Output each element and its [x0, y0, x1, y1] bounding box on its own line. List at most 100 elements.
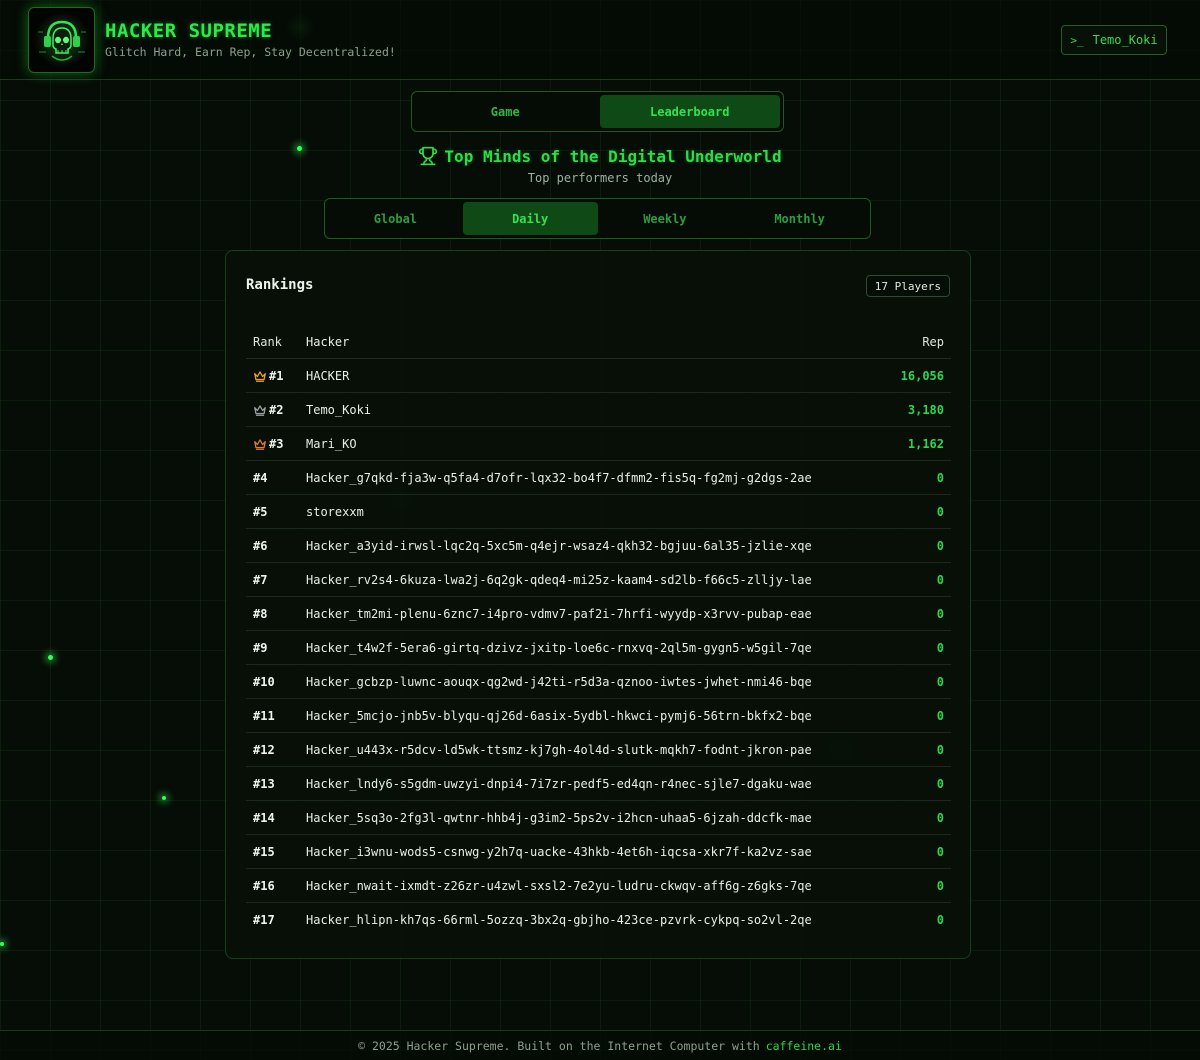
- rankings-card: Rankings 17 Players Rank Hacker Rep #1 HA…: [225, 250, 971, 959]
- rep-value: 0: [936, 742, 944, 757]
- rank-cell: #4: [246, 471, 306, 485]
- brand-title: HACKER SUPREME: [105, 20, 273, 42]
- rank-cell: #8: [246, 607, 306, 621]
- table-row: #9 Hacker_t4w2f-5era6-girtq-dzivz-jxitp-l…: [246, 631, 951, 665]
- table-row: #4 Hacker_g7qkd-fja3w-q5fa4-d7ofr-lqx32-b…: [246, 461, 951, 495]
- rank-cell: #16: [246, 879, 306, 893]
- rep-value: 0: [936, 913, 944, 927]
- rank-cell: #10: [246, 675, 306, 689]
- rep-value: 0: [936, 504, 944, 519]
- rank-cell: #11: [246, 709, 306, 723]
- glow-particle: [48, 655, 53, 660]
- rank-cell: #12: [246, 743, 306, 757]
- rank-cell: #17: [246, 913, 306, 927]
- rank-label: #10: [253, 674, 275, 689]
- rank-label: #8: [253, 606, 268, 621]
- rep-value: 0: [936, 878, 944, 893]
- hacker-name: Temo_Koki: [306, 402, 372, 417]
- rep-value: 0: [936, 776, 944, 791]
- rank-cell: #1: [246, 369, 306, 383]
- rank-label: #9: [253, 640, 268, 655]
- hacker-name: Hacker_g7qkd-fja3w-q5fa4-d7ofr-lqx32-bo4…: [306, 470, 812, 485]
- rank-label: #12: [253, 742, 275, 757]
- tab-weekly[interactable]: Weekly: [598, 202, 733, 235]
- tab-leaderboard[interactable]: Leaderboard: [599, 95, 780, 128]
- tab-game[interactable]: Game: [415, 95, 596, 128]
- hacker-name: Hacker_rv2s4-6kuza-lwa2j-6q2gk-qdeq4-mi2…: [306, 572, 812, 587]
- table-row: #5 storexxm 0: [246, 495, 951, 529]
- rank-cell: #2: [246, 403, 306, 417]
- hacker-name: Mari_KO: [306, 436, 357, 451]
- rank-label: #16: [253, 878, 275, 893]
- rank-label: #7: [253, 572, 268, 587]
- hacker-name: Hacker_lndy6-s5gdm-uwzyi-dnpi4-7i7zr-ped…: [306, 776, 812, 791]
- table-row: #7 Hacker_rv2s4-6kuza-lwa2j-6q2gk-qdeq4-m…: [246, 563, 951, 597]
- rank-cell: #9: [246, 641, 306, 655]
- hacker-name: Hacker_t4w2f-5era6-girtq-dzivz-jxitp-loe…: [306, 640, 812, 655]
- crown-icon: [254, 370, 266, 382]
- table-row: #11 Hacker_5mcjo-jnb5v-blyqu-qj26d-6asix-…: [246, 699, 951, 733]
- username-label: Temo_Koki: [1092, 33, 1158, 47]
- rep-value: 16,056: [900, 368, 944, 383]
- rank-label: #14: [253, 810, 275, 825]
- table-row: #3 Mari_KO 1,162: [246, 427, 951, 461]
- logo: [28, 7, 95, 73]
- glow-particle: [162, 796, 166, 800]
- footer: © 2025 Hacker Supreme. Built on the Inte…: [0, 1030, 1200, 1060]
- rank-label: #17: [253, 913, 275, 927]
- tab-monthly[interactable]: Monthly: [732, 202, 867, 235]
- rank-cell: #13: [246, 777, 306, 791]
- rank-label: #2: [269, 402, 284, 417]
- hacker-name: Hacker_a3yid-irwsl-lqc2q-5xc5m-q4ejr-wsa…: [306, 538, 812, 553]
- rep-value: 0: [936, 674, 944, 689]
- user-profile-button[interactable]: >_ Temo_Koki: [1061, 25, 1167, 55]
- rankings-title: Rankings: [246, 277, 314, 293]
- period-tabs: Global Daily Weekly Monthly: [324, 198, 871, 239]
- hacker-name: Hacker_5sq3o-2fg3l-qwtnr-hhb4j-g3im2-5ps…: [306, 810, 812, 825]
- glow-particle: [0, 942, 4, 946]
- hacker-name: Hacker_nwait-ixmdt-z26zr-u4zwl-sxsl2-7e2…: [306, 878, 812, 893]
- rank-cell: #5: [246, 505, 306, 519]
- rank-label: #13: [253, 776, 275, 791]
- column-header-rank: Rank: [253, 334, 282, 349]
- hacker-name: Hacker_tm2mi-plenu-6znc7-i4pro-vdmv7-paf…: [306, 606, 812, 621]
- rank-label: #3: [269, 436, 284, 451]
- rank-label: #5: [253, 504, 268, 519]
- footer-text: © 2025 Hacker Supreme. Built on the Inte…: [358, 1038, 760, 1053]
- table-row: #2 Temo_Koki 3,180: [246, 393, 951, 427]
- brand-tagline: Glitch Hard, Earn Rep, Stay Decentralize…: [105, 45, 396, 59]
- rank-cell: #14: [246, 811, 306, 825]
- column-header-hacker: Hacker: [306, 334, 350, 349]
- hacker-name: storexxm: [306, 504, 364, 519]
- app-header: HACKER SUPREME Glitch Hard, Earn Rep, St…: [0, 0, 1200, 80]
- hacker-name: Hacker_gcbzp-luwnc-aouqx-qg2wd-j42ti-r5d…: [306, 674, 812, 689]
- trophy-icon: [419, 146, 438, 166]
- rep-value: 0: [936, 640, 944, 655]
- rep-value: 0: [936, 470, 944, 485]
- rank-cell: #3: [246, 437, 306, 451]
- hacker-name: Hacker_5mcjo-jnb5v-blyqu-qj26d-6asix-5yd…: [306, 708, 812, 723]
- rank-label: #11: [253, 708, 275, 723]
- rank-label: #4: [253, 470, 268, 485]
- crown-icon: [254, 438, 266, 450]
- tab-global[interactable]: Global: [328, 202, 463, 235]
- rep-value: 0: [936, 572, 944, 587]
- rep-value: 0: [936, 844, 944, 859]
- table-row: #17 Hacker_hlipn-kh7qs-66rml-5ozzq-3bx2q-…: [246, 903, 951, 937]
- table-row: #8 Hacker_tm2mi-plenu-6znc7-i4pro-vdmv7-p…: [246, 597, 951, 631]
- table-row: #16 Hacker_nwait-ixmdt-z26zr-u4zwl-sxsl2-…: [246, 869, 951, 903]
- rank-cell: #15: [246, 845, 306, 859]
- table-row: #12 Hacker_u443x-r5dcv-ld5wk-ttsmz-kj7gh-…: [246, 733, 951, 767]
- footer-link[interactable]: caffeine.ai: [766, 1039, 842, 1053]
- rep-value: 0: [936, 810, 944, 825]
- rank-cell: #7: [246, 573, 306, 587]
- table-row: #1 HACKER 16,056: [246, 359, 951, 393]
- tab-daily[interactable]: Daily: [462, 202, 598, 235]
- table-header: Rank Hacker Rep: [246, 325, 951, 359]
- table-row: #6 Hacker_a3yid-irwsl-lqc2q-5xc5m-q4ejr-w…: [246, 529, 951, 563]
- leaderboard-title: Top Minds of the Digital Underworld: [444, 146, 782, 166]
- table-row: #15 Hacker_i3wnu-wods5-csnwg-y2h7q-uacke-…: [246, 835, 951, 869]
- rankings-table: Rank Hacker Rep #1 HACKER 16,056 #2 Temo_Kok…: [246, 325, 951, 937]
- rep-value: 3,180: [907, 402, 944, 417]
- player-count-badge: 17 Players: [865, 275, 950, 297]
